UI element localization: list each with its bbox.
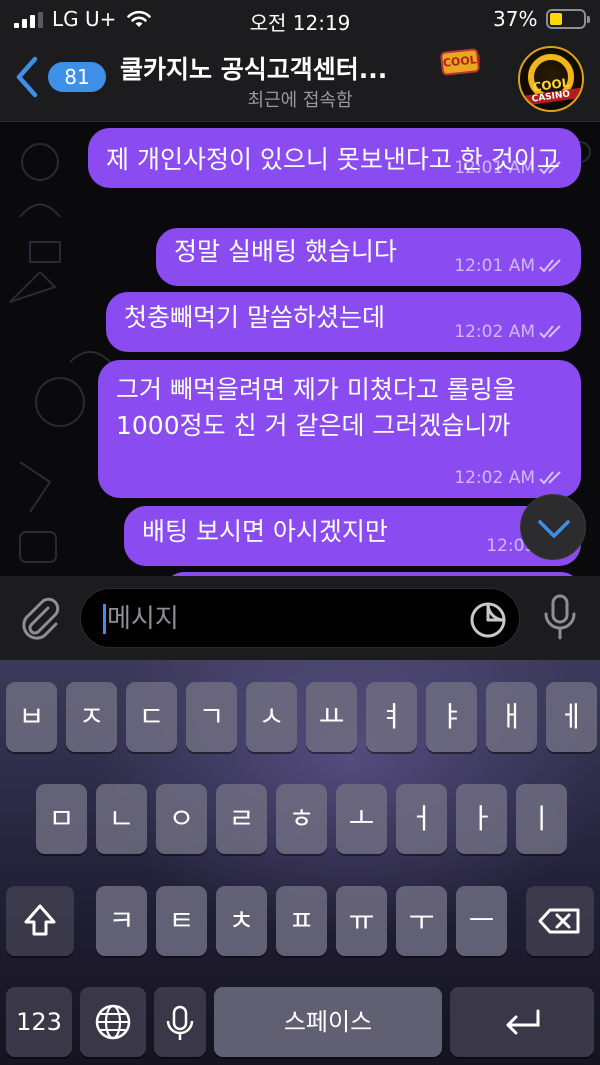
message-meta: 12:02 AM bbox=[454, 468, 567, 488]
key[interactable]: ㅣ bbox=[516, 784, 567, 854]
key[interactable]: ㅗ bbox=[336, 784, 387, 854]
message-bubble[interactable]: 첫충빼먹기 말씀하셨는데 12:02 AM bbox=[106, 292, 581, 352]
key[interactable]: ㅡ bbox=[456, 886, 507, 956]
key[interactable]: ㄷ bbox=[126, 682, 177, 752]
key[interactable]: ㅇ bbox=[156, 784, 207, 854]
last-seen-status: 최근에 접속함 bbox=[247, 90, 353, 111]
double-check-icon bbox=[539, 471, 561, 485]
message-list[interactable]: 제 개인사정이 있으니 못보낸다고 한 것이고 12:01 AM 정말 실배팅 … bbox=[0, 122, 600, 576]
message-bubble[interactable]: 제 개인사정이 있으니 못보낸다고 한 것이고 12:01 AM bbox=[88, 128, 581, 188]
key[interactable]: ㅐ bbox=[486, 682, 537, 752]
double-check-icon bbox=[539, 325, 561, 339]
message-bubble[interactable]: 그거 빼먹을려면 제가 미쳤다고 롤링을 1000정도 친 거 같은데 그러겠습… bbox=[98, 360, 581, 498]
microphone-icon[interactable] bbox=[540, 594, 580, 642]
message-text: 그거 빼먹을려면 제가 미쳤다고 롤링을 1000정도 친 거 같은데 그러겠습… bbox=[116, 375, 516, 440]
message-bubble[interactable]: 배팅 보시면 아시겠지만 12:03 AM bbox=[124, 506, 581, 566]
scroll-to-bottom-button[interactable] bbox=[520, 494, 586, 560]
delete-key[interactable] bbox=[526, 886, 594, 956]
paperclip-icon[interactable] bbox=[18, 596, 62, 642]
key[interactable]: ㅑ bbox=[426, 682, 477, 752]
return-key[interactable] bbox=[450, 987, 594, 1057]
space-key[interactable]: 스페이스 bbox=[214, 987, 442, 1057]
battery-percent: 37% bbox=[493, 7, 538, 31]
message-input[interactable] bbox=[107, 597, 457, 641]
return-icon bbox=[506, 1009, 540, 1035]
message-time: 12:02 AM bbox=[454, 468, 535, 488]
key[interactable]: ㄱ bbox=[186, 682, 237, 752]
composer-bar bbox=[0, 576, 600, 660]
key[interactable]: ㅅ bbox=[246, 682, 297, 752]
battery-icon bbox=[546, 9, 590, 29]
key[interactable]: ㅛ bbox=[306, 682, 357, 752]
key[interactable]: ㅔ bbox=[546, 682, 597, 752]
double-check-icon bbox=[539, 259, 561, 273]
chat-header: 81 쿨카지노 공식고객센터... COOL! 최근에 접속함 COOL CAS… bbox=[0, 38, 600, 122]
key[interactable]: ㅠ bbox=[336, 886, 387, 956]
message-meta: 12:01 AM bbox=[454, 158, 567, 178]
key[interactable]: ㅜ bbox=[396, 886, 447, 956]
key[interactable]: ㅏ bbox=[456, 784, 507, 854]
key[interactable]: ㅌ bbox=[156, 886, 207, 956]
message-meta: 12:02 AM bbox=[454, 322, 567, 342]
cool-emoji: COOL! bbox=[439, 48, 482, 76]
key[interactable]: ㅊ bbox=[216, 886, 267, 956]
double-check-icon bbox=[539, 161, 561, 175]
key[interactable]: ㅓ bbox=[396, 784, 447, 854]
numbers-key[interactable]: 123 bbox=[6, 987, 72, 1057]
shift-key[interactable] bbox=[6, 886, 74, 956]
key[interactable]: ㅕ bbox=[366, 682, 417, 752]
message-time: 12:01 AM bbox=[454, 158, 535, 178]
message-time: 12:02 AM bbox=[454, 322, 535, 342]
avatar[interactable]: COOL CASINO bbox=[518, 46, 584, 112]
shift-icon bbox=[24, 904, 56, 936]
message-time: 12:01 AM bbox=[454, 256, 535, 276]
status-bar: LG U+ 오전 12:19 37% bbox=[0, 0, 600, 38]
chevron-down-icon bbox=[538, 520, 570, 538]
key[interactable]: ㅈ bbox=[66, 682, 117, 752]
dictation-key[interactable] bbox=[154, 987, 206, 1057]
globe-icon bbox=[95, 1004, 131, 1040]
key[interactable]: ㅋ bbox=[96, 886, 147, 956]
key[interactable]: ㅍ bbox=[276, 886, 327, 956]
backspace-icon bbox=[538, 908, 580, 934]
text-caret bbox=[103, 604, 106, 634]
message-field[interactable] bbox=[80, 588, 520, 648]
key[interactable]: ㄴ bbox=[96, 784, 147, 854]
chat-title[interactable]: 쿨카지노 공식고객센터... bbox=[120, 50, 387, 86]
microphone-icon bbox=[166, 1005, 194, 1040]
keyboard: ㅂㅈㄷㄱㅅㅛㅕㅑㅐㅔ ㅁㄴㅇㄹㅎㅗㅓㅏㅣ ㅋㅌㅊㅍㅠㅜㅡ 123 스페이스 bbox=[0, 660, 600, 1065]
key[interactable]: ㅂ bbox=[6, 682, 57, 752]
sticker-icon[interactable] bbox=[469, 601, 507, 639]
message-bubble[interactable]: 정말 실배팅 했습니다 12:01 AM bbox=[156, 228, 581, 286]
message-meta: 12:01 AM bbox=[454, 256, 567, 276]
key[interactable]: ㅎ bbox=[276, 784, 327, 854]
key[interactable]: ㅁ bbox=[36, 784, 87, 854]
key[interactable]: ㄹ bbox=[216, 784, 267, 854]
globe-key[interactable] bbox=[80, 987, 146, 1057]
